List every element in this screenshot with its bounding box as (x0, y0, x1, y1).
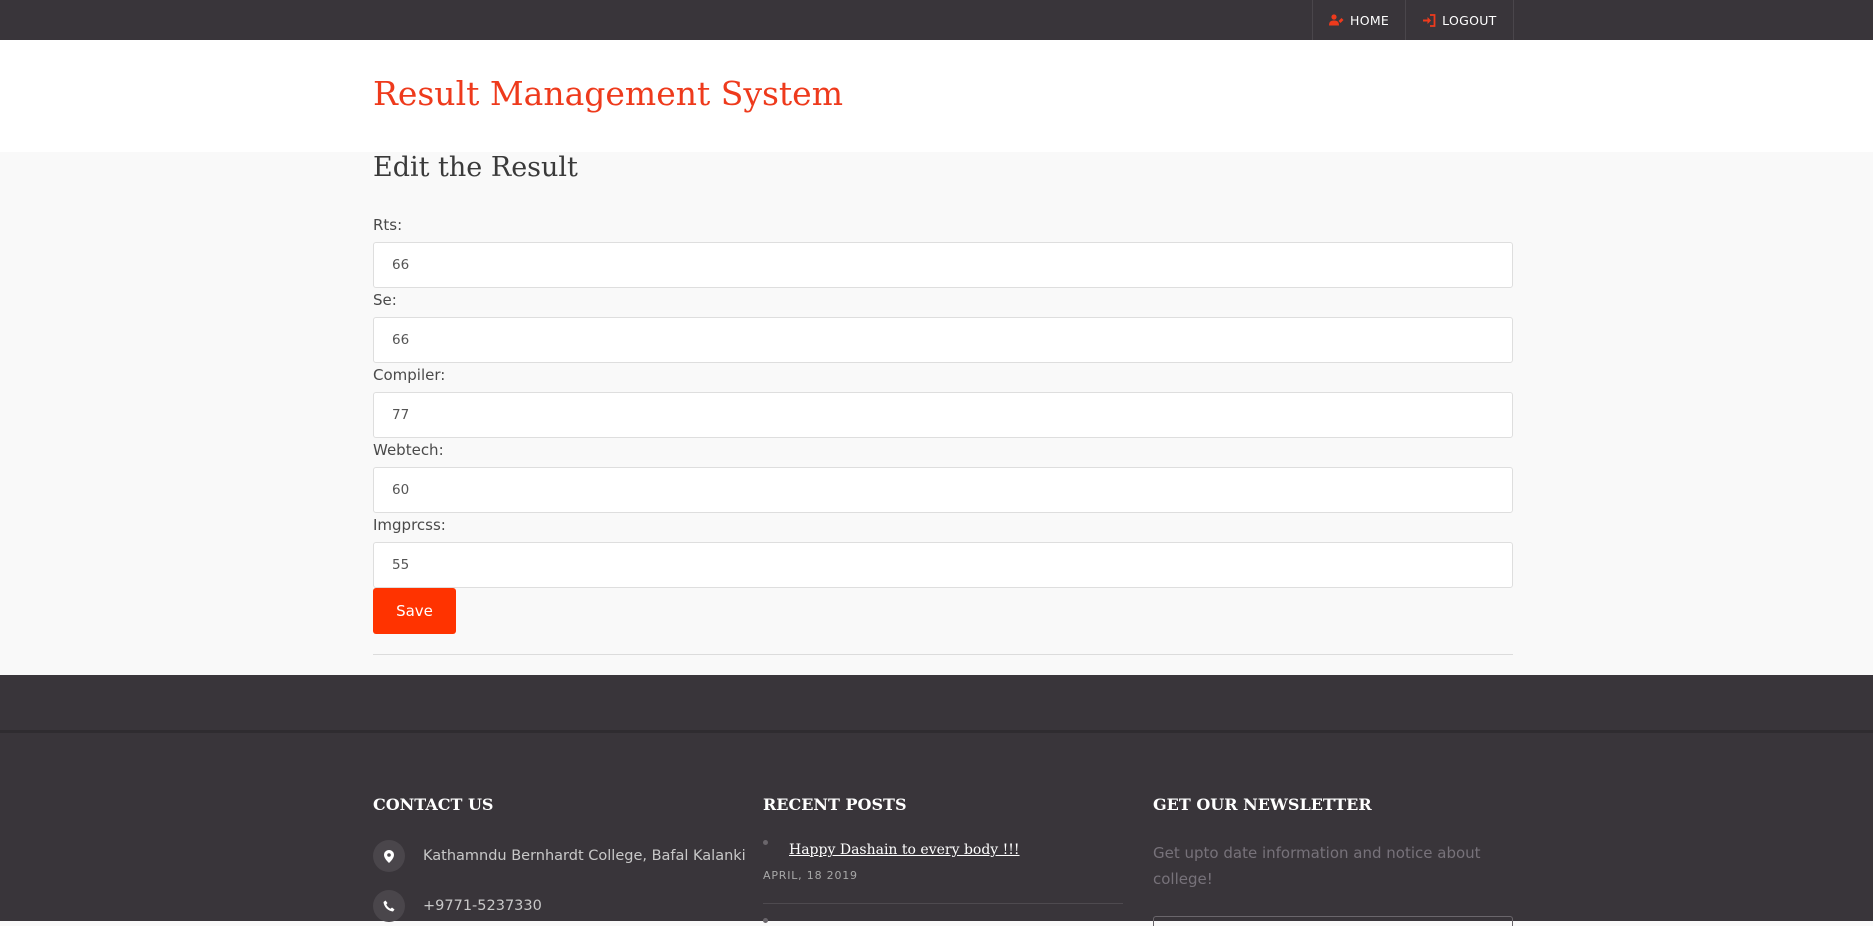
contact-phone: +9771-5237330 (373, 890, 542, 922)
logout-link[interactable]: LOGOUT (1406, 0, 1514, 40)
newsletter-email-input[interactable] (1153, 916, 1513, 926)
imgprcss-label: Imgprcss: (373, 516, 446, 534)
webtech-input[interactable] (373, 467, 1513, 513)
edit-result-section: Edit the Result Rts: Se: Compiler: Webte… (0, 152, 1873, 675)
newsletter-description: Get upto date information and notice abo… (1153, 844, 1481, 888)
home-link-label: HOME (1350, 12, 1390, 28)
top-nav: HOME LOGOUT (1312, 0, 1514, 40)
home-link[interactable]: HOME (1313, 0, 1407, 40)
contact-address: Kathamndu Bernhardt College, Bafal Kalan… (373, 840, 746, 872)
imgprcss-input[interactable] (373, 542, 1513, 588)
user-icon (1329, 14, 1344, 26)
newsletter-heading: GET OUR NEWSLETTER (1153, 795, 1372, 814)
contact-address-text: Kathamndu Bernhardt College, Bafal Kalan… (423, 848, 746, 864)
post-bullet-icon (763, 840, 768, 845)
top-bar: HOME LOGOUT (0, 0, 1873, 40)
site-header: Result Management System (0, 40, 1873, 152)
section-divider (373, 654, 1513, 655)
save-button[interactable]: Save (373, 588, 456, 634)
se-label: Se: (373, 291, 397, 309)
recent-posts-heading: RECENT POSTS (763, 795, 907, 814)
post-separator (763, 903, 1123, 904)
recent-post-link[interactable]: Happy Dashain to every body !!! (789, 842, 1020, 858)
sign-in-icon (1423, 13, 1436, 27)
compiler-input[interactable] (373, 392, 1513, 438)
logout-link-label: LOGOUT (1442, 12, 1497, 28)
webtech-label: Webtech: (373, 441, 444, 459)
footer-divider (0, 730, 1873, 733)
page-heading: Edit the Result (373, 152, 578, 183)
site-title[interactable]: Result Management System (373, 74, 843, 113)
rts-label: Rts: (373, 216, 403, 234)
recent-post-date: APRIL, 18 2019 (763, 869, 858, 882)
contact-phone-text: +9771-5237330 (423, 898, 542, 914)
phone-icon (373, 890, 405, 922)
map-marker-icon (373, 840, 405, 872)
rts-input[interactable] (373, 242, 1513, 288)
site-footer: CONTACT US Kathamndu Bernhardt College, … (0, 675, 1873, 926)
compiler-label: Compiler: (373, 366, 446, 384)
se-input[interactable] (373, 317, 1513, 363)
contact-heading: CONTACT US (373, 795, 494, 814)
